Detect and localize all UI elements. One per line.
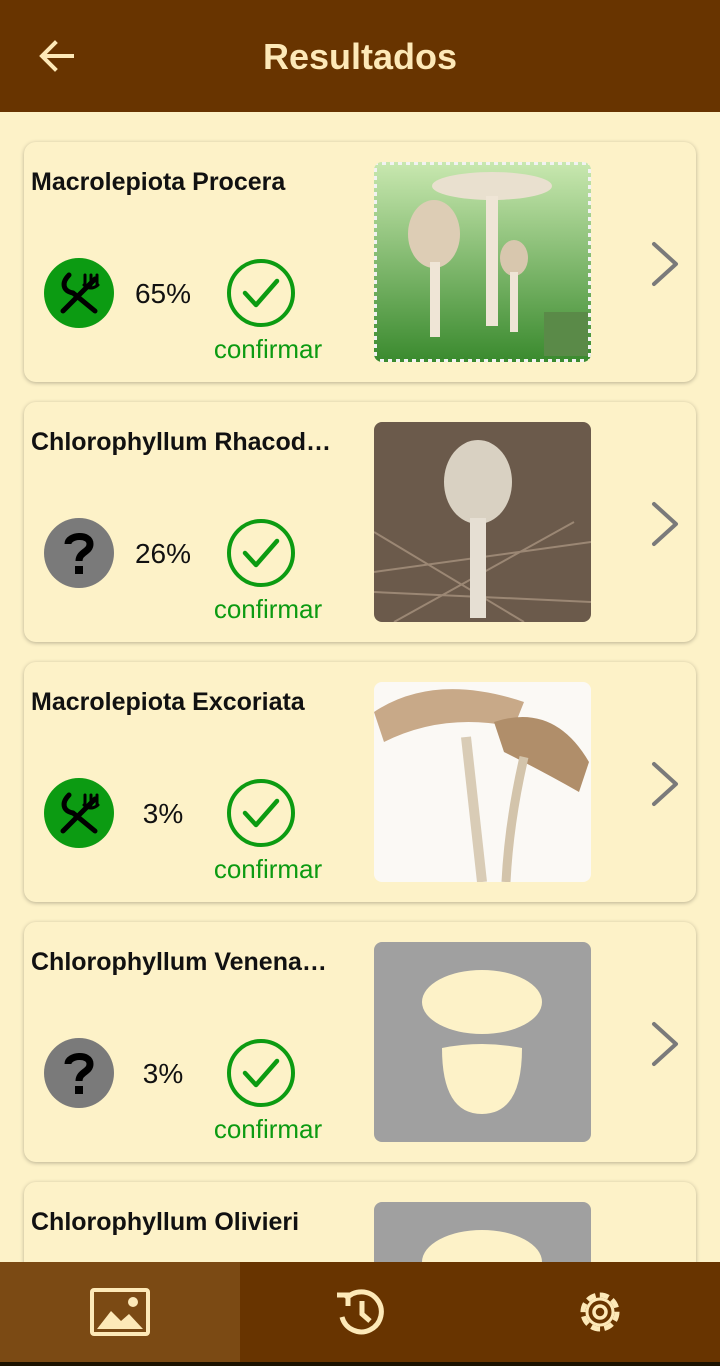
question-icon <box>64 1053 94 1094</box>
edibility-badge <box>44 258 114 328</box>
results-list[interactable]: Macrolepiota Procera 65% confirmar Chlor… <box>0 112 720 1262</box>
chevron-right-icon[interactable] <box>644 1018 688 1070</box>
bottom-navigation <box>0 1262 720 1366</box>
history-icon <box>337 1289 384 1335</box>
match-percentage: 3% <box>142 1058 184 1089</box>
image-icon <box>90 1288 150 1336</box>
check-circle-icon[interactable] <box>226 518 296 588</box>
app-bar: Resultados <box>0 0 720 112</box>
species-image <box>374 682 591 882</box>
confirm-button[interactable]: confirmar <box>206 1114 330 1145</box>
match-percentage: 26% <box>134 538 192 569</box>
question-icon <box>64 533 94 574</box>
confirm-button[interactable]: confirmar <box>206 594 330 625</box>
fork-knife-icon <box>60 792 100 834</box>
result-card[interactable]: Macrolepiota Procera 65% confirmar <box>24 142 696 382</box>
match-percentage: 3% <box>142 798 184 829</box>
species-name: Chlorophyllum Rhacodes <box>31 428 331 456</box>
result-card[interactable]: Chlorophyllum Rhacodes 26% confirmar <box>24 402 696 642</box>
species-image <box>374 162 591 362</box>
edibility-badge <box>44 778 114 848</box>
mushroom-placeholder-image <box>374 1202 591 1262</box>
match-percentage: 65% <box>134 278 192 309</box>
species-name: Macrolepiota Excoriata <box>31 688 305 716</box>
species-name: Chlorophyllum Olivieri <box>31 1208 300 1236</box>
confirm-button[interactable]: confirmar <box>206 854 330 885</box>
chevron-right-icon[interactable] <box>644 498 688 550</box>
species-name: Macrolepiota Procera <box>31 168 286 196</box>
chevron-right-icon[interactable] <box>644 238 688 290</box>
check-circle-icon[interactable] <box>226 778 296 848</box>
mushroom-placeholder-image <box>374 942 591 1142</box>
fork-knife-icon <box>60 272 100 314</box>
check-circle-icon[interactable] <box>226 1038 296 1108</box>
chevron-right-icon[interactable] <box>644 758 688 810</box>
nav-gallery[interactable] <box>0 1262 240 1362</box>
gear-icon <box>580 1292 620 1332</box>
nav-history[interactable] <box>240 1262 480 1362</box>
edibility-badge <box>44 1038 114 1108</box>
result-card[interactable]: Chlorophyllum Venenatum 3% confirmar <box>24 922 696 1162</box>
check-circle-icon[interactable] <box>226 258 296 328</box>
system-bar-edge <box>0 1362 720 1366</box>
species-name: Chlorophyllum Venenatum <box>31 948 331 976</box>
confirm-button[interactable]: confirmar <box>206 334 330 365</box>
result-card[interactable]: Chlorophyllum Olivieri <box>24 1182 696 1262</box>
page-title: Resultados <box>262 36 458 77</box>
nav-settings[interactable] <box>480 1262 720 1362</box>
species-image <box>374 422 591 622</box>
edibility-badge <box>44 518 114 588</box>
result-card[interactable]: Macrolepiota Excoriata 3% confirmar <box>24 662 696 902</box>
